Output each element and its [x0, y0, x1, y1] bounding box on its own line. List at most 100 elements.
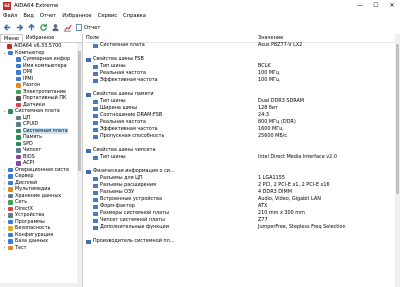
grid-row[interactable]: Чипсет системной платы Z77: [84, 217, 395, 224]
tree-item-icon: [16, 70, 21, 75]
grid-field-value: 4 DDR3 DIMM: [258, 189, 292, 195]
grid-spacer: [84, 161, 395, 168]
property-icon: [93, 71, 98, 76]
tree-item-icon: [7, 44, 12, 49]
menu-tools[interactable]: Сервис: [95, 12, 120, 21]
grid-section-header[interactable]: Производитель системной пл...: [84, 238, 395, 245]
minimize-button[interactable]: —: [352, 0, 368, 12]
column-header-field[interactable]: Поле: [86, 34, 99, 42]
close-button[interactable]: ✕: [384, 0, 400, 12]
grid-field-label: Свойства шины памяти: [93, 91, 154, 97]
tab-menu[interactable]: Меню: [0, 34, 23, 42]
tree-item-icon: [8, 180, 13, 185]
forward-button[interactable]: [14, 23, 24, 33]
menu-view[interactable]: Вид: [20, 12, 37, 21]
grid-row[interactable]: Тип шины Dual DDR3 SDRAM: [84, 98, 395, 105]
column-header-value[interactable]: Значение: [258, 34, 283, 42]
grid-row[interactable]: Системная плата Asus P8Z77-V LX2: [84, 42, 395, 49]
refresh-button[interactable]: [38, 23, 48, 33]
grid-field-label: Тип шины: [100, 98, 126, 104]
grid-row[interactable]: Разъемы ОЗУ 4 DDR3 DIMM: [84, 189, 395, 196]
report-button[interactable]: Отчет: [76, 24, 100, 31]
tree-item-icon: [16, 141, 21, 146]
grid-field-label: Разъемы расширения: [100, 182, 156, 188]
tree-item-icon: [8, 200, 13, 205]
grid-field-value: Audio, Video, Gigabit LAN: [258, 196, 321, 202]
grid-field-label: Свойства шины FSB: [93, 56, 144, 62]
grid-field-label: Встроенные устройства: [100, 196, 162, 202]
property-icon: [93, 211, 98, 216]
menu-file[interactable]: Файл: [0, 12, 20, 21]
grid-row[interactable]: Дополнительные функции JumperFree, Steple…: [84, 224, 395, 231]
tree-item-icon: [16, 128, 21, 133]
grid-field-label: Размеры системной платы: [100, 210, 169, 216]
menu-report[interactable]: Отчет: [37, 12, 59, 21]
menu-favorites[interactable]: Избранное: [59, 12, 94, 21]
user-icon: [51, 24, 59, 32]
grid-field-label: Производитель системной пл...: [93, 238, 175, 244]
grid-row[interactable]: Эффективная частота 1600 МГц: [84, 126, 395, 133]
back-button[interactable]: [2, 23, 12, 33]
tree-scrollbar-thumb[interactable]: [78, 51, 81, 171]
grid-field-label: Дополнительные функции: [100, 224, 169, 230]
grid-section-header[interactable]: Свойства шины чипсета: [84, 147, 395, 154]
user-button[interactable]: [50, 23, 60, 33]
grid-row[interactable]: Соотношение DRAM:FSB 24:3: [84, 112, 395, 119]
tree-item-icon: [8, 187, 13, 192]
tree-item-icon: [16, 161, 21, 166]
grid-row[interactable]: Разъемы для ЦП 1 LGA1155: [84, 175, 395, 182]
tree-item-icon: [8, 213, 13, 218]
grid-row[interactable]: Ширина шины 128 бит: [84, 105, 395, 112]
app-logo-icon: 64: [3, 2, 11, 10]
tree-item-icon: [16, 115, 21, 120]
grid-field-label: Тип шины: [100, 63, 126, 69]
tree-expander-icon[interactable]: ›: [2, 245, 7, 252]
grid-scrollbar-thumb[interactable]: [396, 44, 399, 194]
grid-field-value: 100 МГц: [258, 77, 280, 83]
tree-item-icon: [16, 83, 21, 88]
tab-favorites[interactable]: Избранное: [23, 34, 57, 42]
panel-splitter[interactable]: [82, 34, 83, 287]
tree-item-label: Тест: [15, 244, 27, 251]
property-icon: [93, 120, 98, 125]
grid-row[interactable]: Тип шины BCLK: [84, 63, 395, 70]
grid-row[interactable]: Размеры системной платы 210 mm x 300 mm: [84, 210, 395, 217]
grid-field-value: Intel Direct Media Interface v2.0: [258, 154, 337, 160]
grid-field-label: Форм-фактор: [100, 203, 135, 209]
menu-help[interactable]: Справка: [120, 12, 149, 21]
maximize-button[interactable]: ☐: [368, 0, 384, 12]
grid-scrollbar[interactable]: [395, 34, 400, 287]
grid-row[interactable]: Тип шины Intel Direct Media Interface v2.…: [84, 154, 395, 161]
tree-item-icon: [8, 239, 13, 244]
tree-item-icon: [8, 232, 13, 237]
arrow-left-icon: [3, 24, 10, 31]
grid-row[interactable]: Разъемы расширения 2 PCI, 2 PCI-E x1, 2 P…: [84, 182, 395, 189]
grid-section-header[interactable]: Свойства шины памяти: [84, 91, 395, 98]
grid-row[interactable]: Реальная частота 800 МГц (DDR): [84, 119, 395, 126]
grid-row[interactable]: Эффективная частота 100 МГц: [84, 77, 395, 84]
grid-field-value: Dual DDR3 SDRAM: [258, 98, 305, 104]
tree-item[interactable]: › Тест: [0, 245, 77, 252]
grid-section-header[interactable]: Свойства шины FSB: [84, 56, 395, 63]
grid-field-value: BCLK: [258, 63, 271, 69]
grid-row[interactable]: Реальная частота 100 МГц: [84, 70, 395, 77]
grid-row[interactable]: Пропускная способность 25600 МБ/с: [84, 133, 395, 140]
refresh-icon: [39, 23, 47, 31]
up-button[interactable]: [26, 23, 36, 33]
section-icon: [86, 92, 91, 97]
grid-field-label: Свойства шины чипсета: [93, 147, 156, 153]
arrow-right-icon: [16, 24, 23, 31]
property-icon: [93, 43, 98, 48]
grid-row[interactable]: Встроенные устройства Audio, Video, Gigab…: [84, 196, 395, 203]
window-title: AIDA64 Extreme: [14, 3, 59, 9]
grid-row[interactable]: Форм-фактор ATX: [84, 203, 395, 210]
grid-section-header[interactable]: Физическая информация о си...: [84, 168, 395, 175]
tree-item-icon: [16, 63, 21, 68]
grid-field-value: 2 PCI, 2 PCI-E x1, 2 PCI-E x16: [258, 182, 330, 188]
grid-field-value: 128 бит: [258, 105, 278, 111]
property-icon: [93, 134, 98, 139]
chart-button[interactable]: [62, 23, 72, 33]
grid-field-value: ATX: [258, 203, 268, 209]
tree-horizontal-scrollbar[interactable]: [0, 283, 82, 287]
grid-field-value: 1600 МГц: [258, 126, 283, 132]
